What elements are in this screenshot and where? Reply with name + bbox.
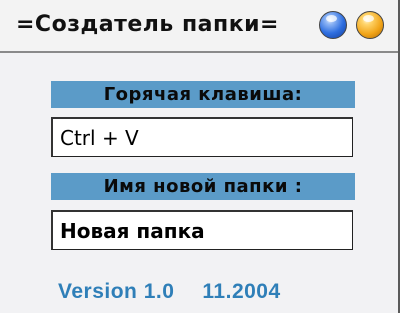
hotkey-label: Горячая клавиша: [103,84,303,105]
version-info: Version 1.0 11.2004 [58,280,281,304]
window-title: =Создатель папки= [16,12,279,37]
hotkey-input[interactable] [51,117,353,157]
version-date: 11.2004 [202,280,281,303]
folder-name-label-bar: Имя новой папки : [51,173,355,200]
folder-name-label: Имя новой папки : [103,176,303,197]
folder-name-input[interactable] [51,210,353,250]
version-label: Version 1.0 [58,280,175,303]
hotkey-label-bar: Горячая клавиша: [51,81,355,108]
app-window: =Создатель папки= Горячая клавиша: Имя н… [0,0,400,313]
blue-orb-icon[interactable] [319,11,347,39]
orange-orb-icon[interactable] [356,11,384,39]
title-bar[interactable]: =Создатель папки= [0,0,398,53]
